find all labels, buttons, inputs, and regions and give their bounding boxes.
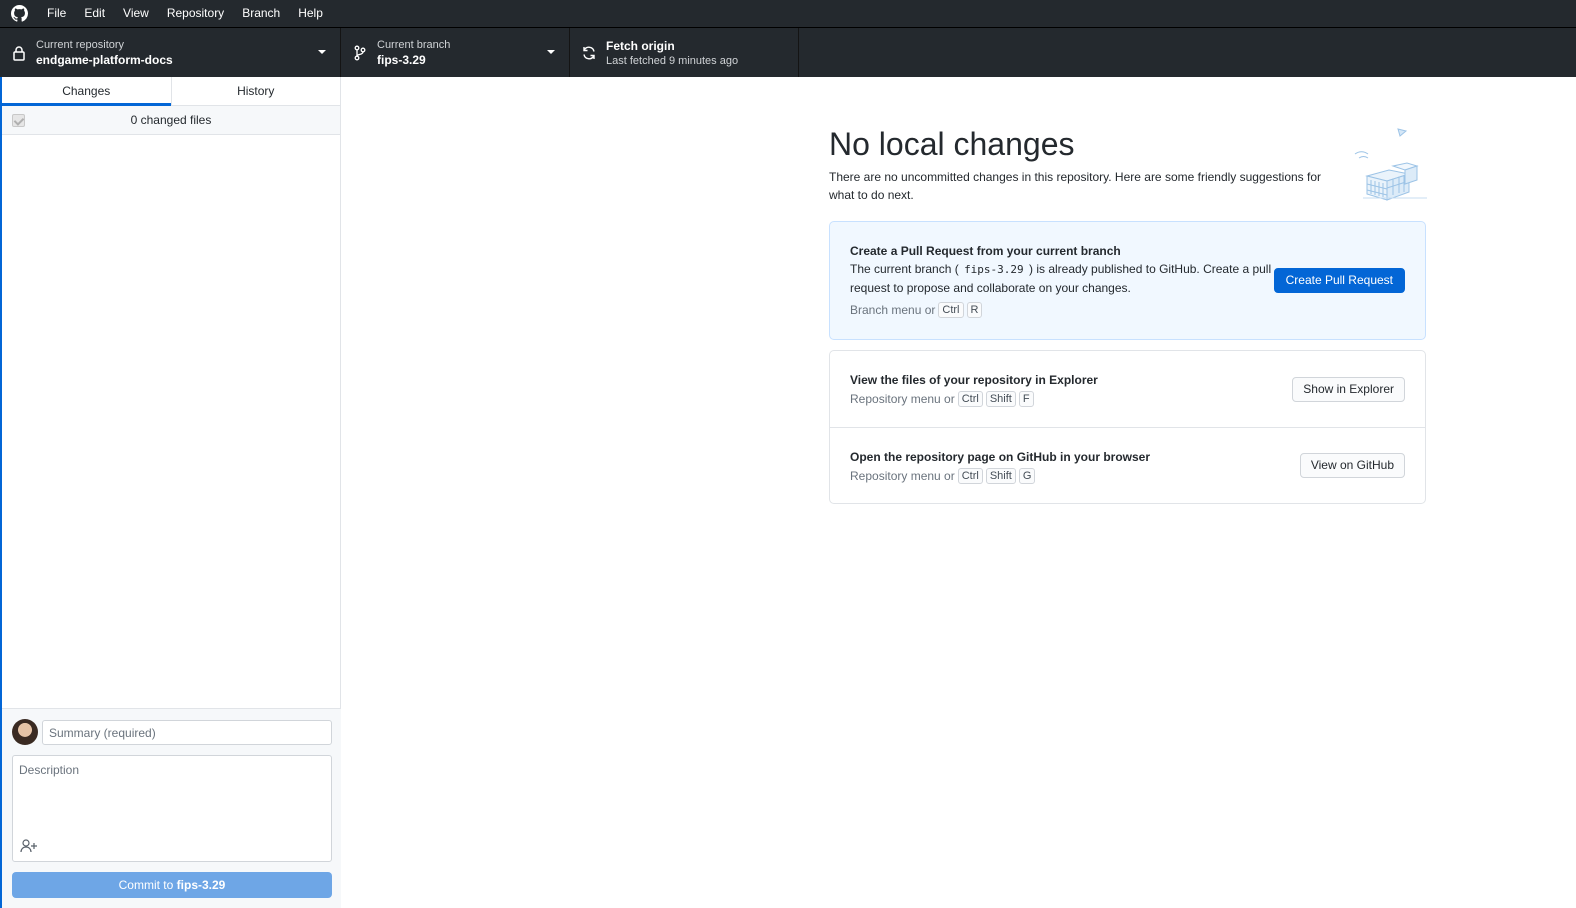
main-panel: No local changes There are no uncommitte… <box>341 77 1576 908</box>
branch-name: fips-3.29 <box>377 52 426 67</box>
menu-help[interactable]: Help <box>289 0 332 27</box>
commit-summary-input[interactable] <box>42 720 332 745</box>
tab-changes[interactable]: Changes <box>2 77 171 106</box>
menu-repository[interactable]: Repository <box>158 0 233 27</box>
changed-files-count: 0 changed files <box>130 113 212 127</box>
commit-branch: fips-3.29 <box>176 878 226 892</box>
empty-state-illustration <box>1354 128 1427 201</box>
view-on-github-button[interactable]: View on GitHub <box>1299 453 1405 478</box>
pull-request-shortcut: Branch menu or Ctrl R <box>850 300 1405 320</box>
create-pull-request-button[interactable]: Create Pull Request <box>1273 268 1405 293</box>
commit-prefix: Commit to <box>118 878 177 892</box>
shortcut-hint-text: Repository menu or <box>850 469 955 483</box>
shortcut-hint-text: Repository menu or <box>850 392 955 406</box>
avatar <box>12 719 38 745</box>
no-changes-header: No local changes There are no uncommitte… <box>829 124 1426 204</box>
commit-description-input[interactable] <box>13 756 331 834</box>
commit-description-box <box>12 755 332 862</box>
add-coauthor-icon[interactable] <box>19 837 39 855</box>
key-ctrl: Ctrl <box>957 391 983 407</box>
key-shift: Shift <box>985 468 1016 484</box>
menu-branch[interactable]: Branch <box>233 0 289 27</box>
github-logo-icon <box>0 0 38 27</box>
shortcut-hint-text: Branch menu or <box>850 303 936 317</box>
key-r: R <box>966 302 983 318</box>
branch-label: Current branch <box>377 38 451 51</box>
commit-button[interactable]: Commit to fips-3.29 <box>12 872 332 898</box>
menu-view[interactable]: View <box>114 0 158 27</box>
current-branch-button[interactable]: Current branch fips-3.29 <box>341 28 570 77</box>
divider <box>830 427 1425 428</box>
lock-icon <box>0 45 36 61</box>
select-all-checkbox[interactable] <box>12 114 25 127</box>
show-in-explorer-button[interactable]: Show in Explorer <box>1292 377 1405 402</box>
sidebar-tabs: Changes History <box>2 77 340 106</box>
key-g: G <box>1018 468 1036 484</box>
toolbar: Current repository endgame-platform-docs… <box>0 27 1576 77</box>
key-ctrl: Ctrl <box>957 468 983 484</box>
current-repository-button[interactable]: Current repository endgame-platform-docs <box>0 28 341 77</box>
commit-form: Commit to fips-3.29 <box>2 708 341 908</box>
sync-icon <box>570 45 606 61</box>
pr-desc-before: The current branch ( <box>850 262 963 276</box>
git-branch-icon <box>341 45 377 61</box>
pr-desc-branch: fips-3.29 <box>964 263 1024 276</box>
menu-bar: File Edit View Repository Branch Help <box>0 0 1576 27</box>
chevron-down-icon <box>318 50 326 54</box>
repository-name: endgame-platform-docs <box>36 52 173 67</box>
fetch-title: Fetch origin <box>606 38 675 53</box>
chevron-down-icon <box>547 50 555 54</box>
menu-edit[interactable]: Edit <box>75 0 114 27</box>
pull-request-card: Create a Pull Request from your current … <box>829 221 1426 340</box>
menu-file[interactable]: File <box>38 0 75 27</box>
suggestions-card: View the files of your repository in Exp… <box>829 350 1426 504</box>
page-lead: There are no uncommitted changes in this… <box>829 170 1322 202</box>
pull-request-title: Create a Pull Request from your current … <box>850 244 1121 258</box>
key-f: F <box>1018 391 1034 407</box>
changed-files-header: 0 changed files <box>2 106 340 135</box>
key-ctrl: Ctrl <box>938 302 964 318</box>
tab-history[interactable]: History <box>170 77 341 105</box>
page-title: No local changes <box>829 126 1075 162</box>
repository-label: Current repository <box>36 38 125 51</box>
pull-request-description: The current branch ( fips-3.29 ) is alre… <box>850 260 1275 298</box>
key-shift: Shift <box>985 391 1016 407</box>
fetch-origin-button[interactable]: Fetch origin Last fetched 9 minutes ago <box>570 28 799 77</box>
sidebar: Changes History 0 changed files Commit t… <box>0 77 341 908</box>
fetch-subtitle: Last fetched 9 minutes ago <box>606 54 739 67</box>
